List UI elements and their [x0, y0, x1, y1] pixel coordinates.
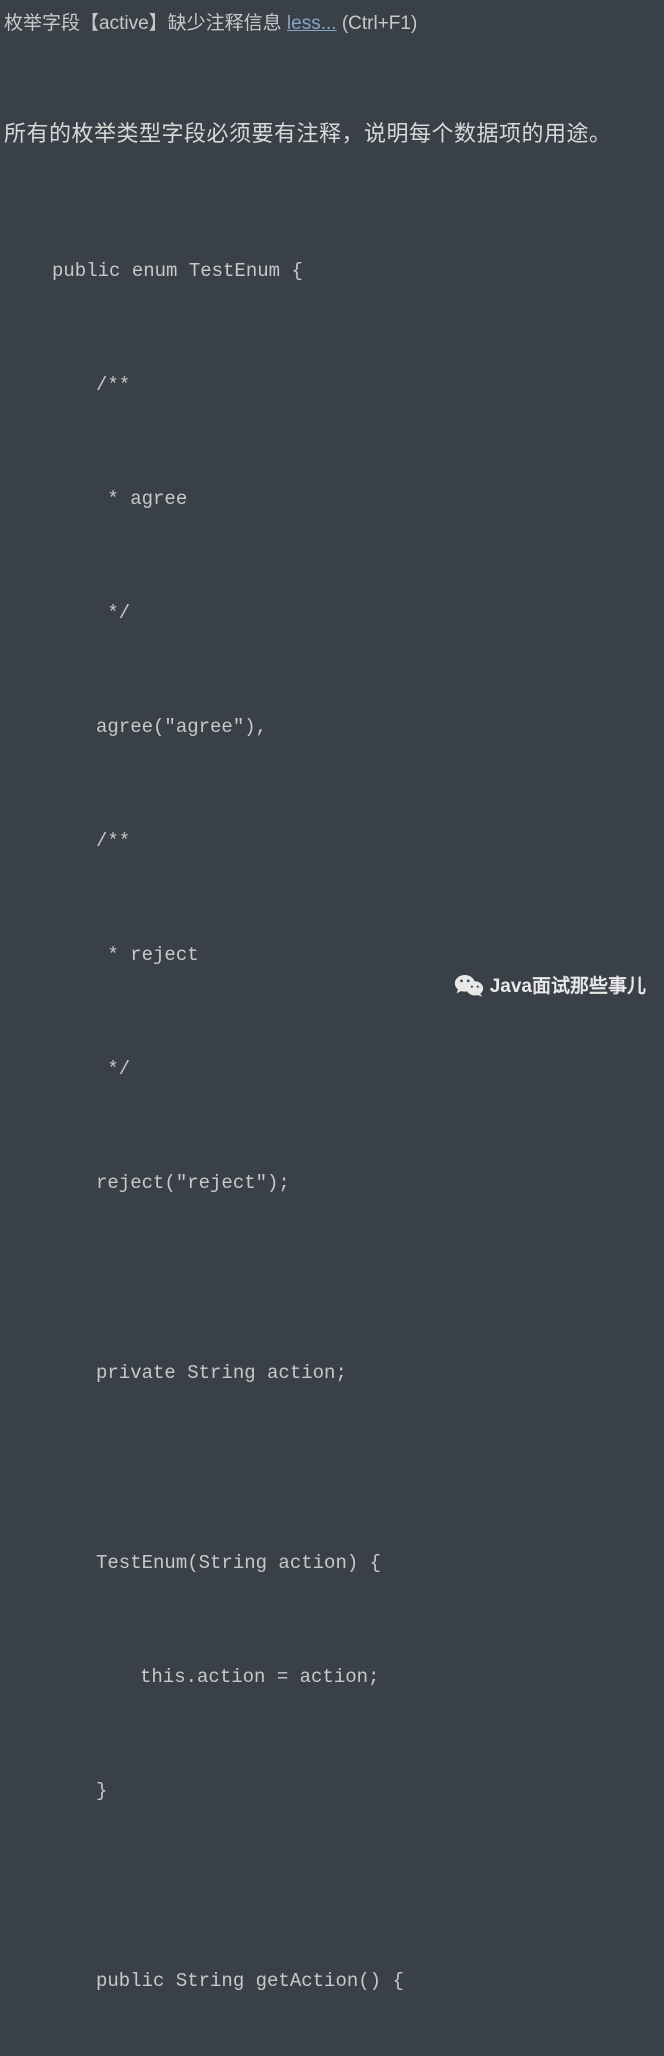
- wechat-icon: [454, 972, 484, 998]
- watermark-text: Java面试那些事儿: [490, 971, 646, 998]
- code-line: public String getAction() {: [8, 1962, 656, 2000]
- code-line: this.action = action;: [8, 1658, 656, 1696]
- code-line: private String action;: [8, 1354, 656, 1392]
- code-line: */: [8, 1050, 656, 1088]
- code-line: }: [8, 1772, 656, 1810]
- code-line: public enum TestEnum {: [8, 252, 656, 290]
- inspection-message: 枚举字段【active】缺少注释信息: [4, 13, 287, 34]
- inspection-bar: 枚举字段【active】缺少注释信息 less... (Ctrl+F1): [0, 0, 664, 43]
- inspection-shortcut: (Ctrl+F1): [337, 13, 418, 34]
- code-line: * agree: [8, 480, 656, 518]
- code-line: * reject: [8, 936, 656, 974]
- inspection-description: 所有的枚举类型字段必须要有注释，说明每个数据项的用途。: [0, 108, 664, 156]
- code-line: TestEnum(String action) {: [8, 1544, 656, 1582]
- code-line: */: [8, 594, 656, 632]
- code-line: agree("agree"),: [8, 708, 656, 746]
- inspection-less-link[interactable]: less...: [287, 13, 337, 34]
- code-line: /**: [8, 366, 656, 404]
- code-block: public enum TestEnum { /** * agree */ ag…: [0, 156, 664, 2056]
- code-line: reject("reject");: [8, 1164, 656, 1202]
- watermark: Java面试那些事儿: [454, 971, 646, 998]
- code-line: /**: [8, 822, 656, 860]
